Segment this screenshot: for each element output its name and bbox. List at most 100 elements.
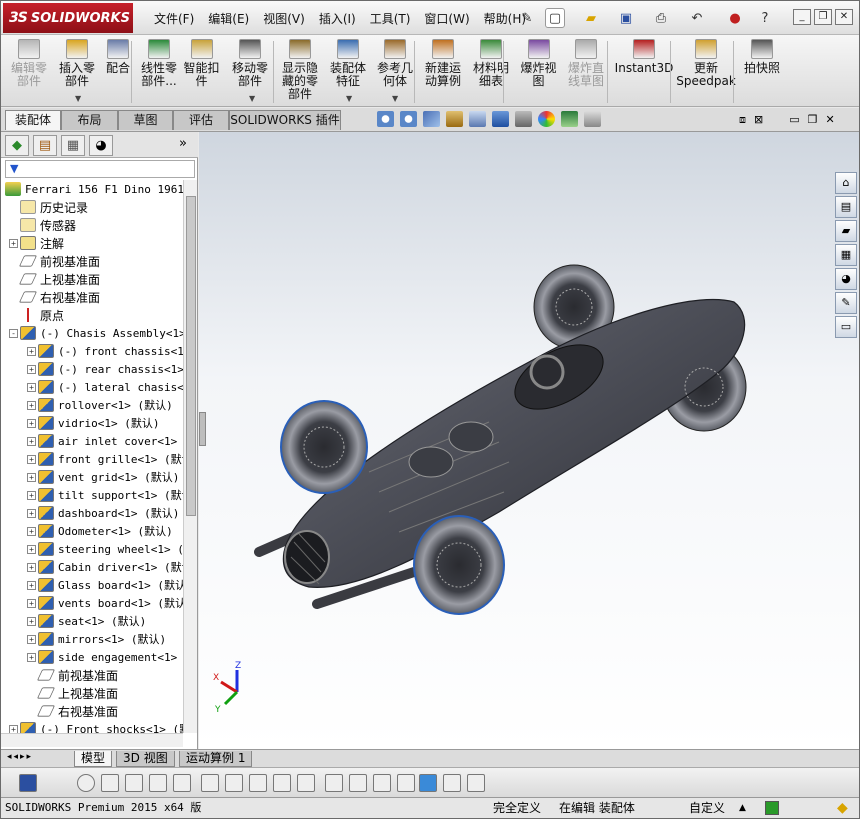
tree-item[interactable]: - (-) Chasis Assembly<1>: [9, 324, 183, 342]
expand-toggle-icon[interactable]: +: [27, 580, 36, 590]
tree-vertical-scrollbar[interactable]: [183, 180, 197, 733]
expand-toggle-icon[interactable]: -: [9, 328, 18, 338]
tree-item[interactable]: 前视基准面: [27, 666, 118, 684]
tree-item[interactable]: + vidrio<1> (默认): [27, 414, 159, 432]
tab-0[interactable]: 装配体: [5, 110, 61, 130]
expand-toggle-icon[interactable]: +: [27, 598, 36, 608]
tree-item[interactable]: + tilt support<1> (默认: [27, 486, 183, 504]
tree-item[interactable]: 历史记录: [9, 198, 88, 216]
spline-icon[interactable]: [249, 774, 267, 792]
view-settings-icon[interactable]: [584, 111, 601, 127]
tree-root[interactable]: Ferrari 156 F1 Dino 1961: [5, 180, 183, 198]
featuremanager-tab-icon[interactable]: ◆: [5, 135, 29, 156]
expand-toggle-icon[interactable]: +: [27, 544, 36, 554]
expand-toggle-icon[interactable]: +: [27, 634, 36, 644]
command-button-9[interactable]: 新建运 动算例: [420, 39, 466, 88]
status-custom-units[interactable]: 自定义: [689, 798, 725, 818]
dropdown-arrow-icon[interactable]: ▼: [346, 94, 352, 103]
command-button-7[interactable]: 装配体 特征: [326, 39, 370, 88]
convert-icon[interactable]: [297, 774, 315, 792]
doc-restore-icon[interactable]: ❐: [808, 113, 818, 127]
expand-toggle-icon[interactable]: +: [27, 454, 36, 464]
expand-panel-icon[interactable]: »: [179, 136, 187, 151]
tree-item[interactable]: 传感器: [9, 216, 76, 234]
file-explorer-icon[interactable]: ▦: [835, 244, 857, 266]
menu-item-1[interactable]: 编辑(E): [201, 10, 256, 27]
point-icon[interactable]: [173, 774, 191, 792]
rebuild-icon[interactable]: ●: [725, 8, 745, 28]
command-button-13[interactable]: Instant3D: [612, 39, 676, 75]
tree-item[interactable]: + seat<1> (默认): [27, 612, 146, 630]
model-tab-0[interactable]: 模型: [74, 751, 113, 767]
propertymanager-tab-icon[interactable]: ▤: [33, 135, 57, 156]
configurationmanager-tab-icon[interactable]: ▦: [61, 135, 85, 156]
expand-toggle-icon[interactable]: +: [27, 436, 36, 446]
resources-icon[interactable]: ▤: [835, 196, 857, 218]
expand-toggle-icon[interactable]: +: [27, 616, 36, 626]
graphics-area[interactable]: Z X Y ⌂ ▤ ▰ ▦ ◕ ✎ ▭: [199, 132, 859, 749]
expand-toggle-icon[interactable]: +: [27, 526, 36, 536]
tree-item[interactable]: + dashboard<1> (默认): [27, 504, 179, 522]
previous-view-icon[interactable]: [423, 111, 440, 127]
tree-item[interactable]: + steering wheel<1> (: [27, 540, 183, 558]
tree-item[interactable]: + Glass board<1> (默认: [27, 576, 183, 594]
expand-toggle-icon[interactable]: +: [27, 472, 36, 482]
menu-item-0[interactable]: 文件(F): [147, 10, 201, 27]
model-tab-2[interactable]: 运动算例 1: [179, 751, 253, 767]
tree-item[interactable]: + (-) rear chassis<1>: [27, 360, 183, 378]
edit-appearance-icon[interactable]: [538, 111, 555, 127]
tree-item[interactable]: + (-) lateral chasis<1: [27, 378, 183, 396]
expand-toggle-icon[interactable]: +: [9, 238, 18, 248]
viewport-tile-icon[interactable]: ⧈: [739, 113, 746, 127]
shaded-view-icon[interactable]: [419, 774, 437, 792]
tree-item[interactable]: 右视基准面: [27, 702, 118, 720]
tree-item[interactable]: + mirrors<1> (默认): [27, 630, 166, 648]
minimize-icon[interactable]: _: [793, 9, 811, 25]
tree-horizontal-scrollbar[interactable]: [1, 733, 183, 747]
panel-collapse-handle[interactable]: [199, 412, 206, 446]
trim-icon[interactable]: [125, 774, 143, 792]
solidworks-logo[interactable]: 3S SOLIDWORKS: [3, 3, 133, 33]
displaymanager-tab-icon[interactable]: ◕: [89, 135, 113, 156]
tree-item[interactable]: 右视基准面: [9, 288, 100, 306]
tab-scroll-arrows[interactable]: ◂◂▸▸: [7, 752, 33, 762]
tree-item[interactable]: 前视基准面: [9, 252, 100, 270]
design-library-icon[interactable]: ▰: [835, 220, 857, 242]
tree-filter[interactable]: ▼: [5, 160, 195, 178]
zoom-to-fit-icon[interactable]: [377, 111, 394, 127]
appearances-icon[interactable]: ✎: [835, 292, 857, 314]
save-icon[interactable]: [19, 774, 37, 792]
undo-icon[interactable]: ↶: [687, 8, 707, 28]
command-button-11[interactable]: 爆炸视 图: [516, 39, 561, 88]
view-palette-icon[interactable]: ◕: [835, 268, 857, 290]
expand-toggle-icon[interactable]: +: [27, 562, 36, 572]
rebuild-status-icon[interactable]: [765, 801, 779, 815]
home-icon[interactable]: ⌂: [835, 172, 857, 194]
expand-toggle-icon[interactable]: +: [27, 400, 36, 410]
menu-item-4[interactable]: 工具(T): [363, 10, 418, 27]
tree-item[interactable]: + front grille<1> (默认: [27, 450, 183, 468]
help-icon[interactable]: ?: [755, 8, 775, 28]
arc-icon[interactable]: [149, 774, 167, 792]
ellipse-icon[interactable]: [373, 774, 391, 792]
expand-toggle-icon[interactable]: +: [27, 508, 36, 518]
table-icon[interactable]: [467, 774, 485, 792]
print-icon[interactable]: ⎙: [651, 8, 671, 28]
save-icon[interactable]: ▣: [616, 8, 636, 28]
expand-toggle-icon[interactable]: +: [27, 490, 36, 500]
tree-item[interactable]: + vents board<1> (默认: [27, 594, 183, 612]
hide-show-items-icon[interactable]: [515, 111, 532, 127]
command-button-1[interactable]: 插入零 部件: [55, 39, 99, 88]
command-button-12[interactable]: 爆炸直 线草图: [563, 39, 609, 88]
corner-icon[interactable]: [273, 774, 291, 792]
zoom-area-icon[interactable]: [400, 111, 417, 127]
tree-item[interactable]: + (-) front chassis<1>: [27, 342, 183, 360]
expand-toggle-icon[interactable]: +: [27, 364, 36, 374]
box-icon[interactable]: [397, 774, 415, 792]
tree-item[interactable]: + rollover<1> (默认): [27, 396, 173, 414]
pin-icon[interactable]: ✎: [517, 8, 537, 28]
command-button-3[interactable]: 线性零 部件...: [136, 39, 182, 88]
section-view-icon[interactable]: [446, 111, 463, 127]
units-dropdown-icon[interactable]: ▲: [739, 798, 746, 818]
tree-item[interactable]: 上视基准面: [27, 684, 118, 702]
